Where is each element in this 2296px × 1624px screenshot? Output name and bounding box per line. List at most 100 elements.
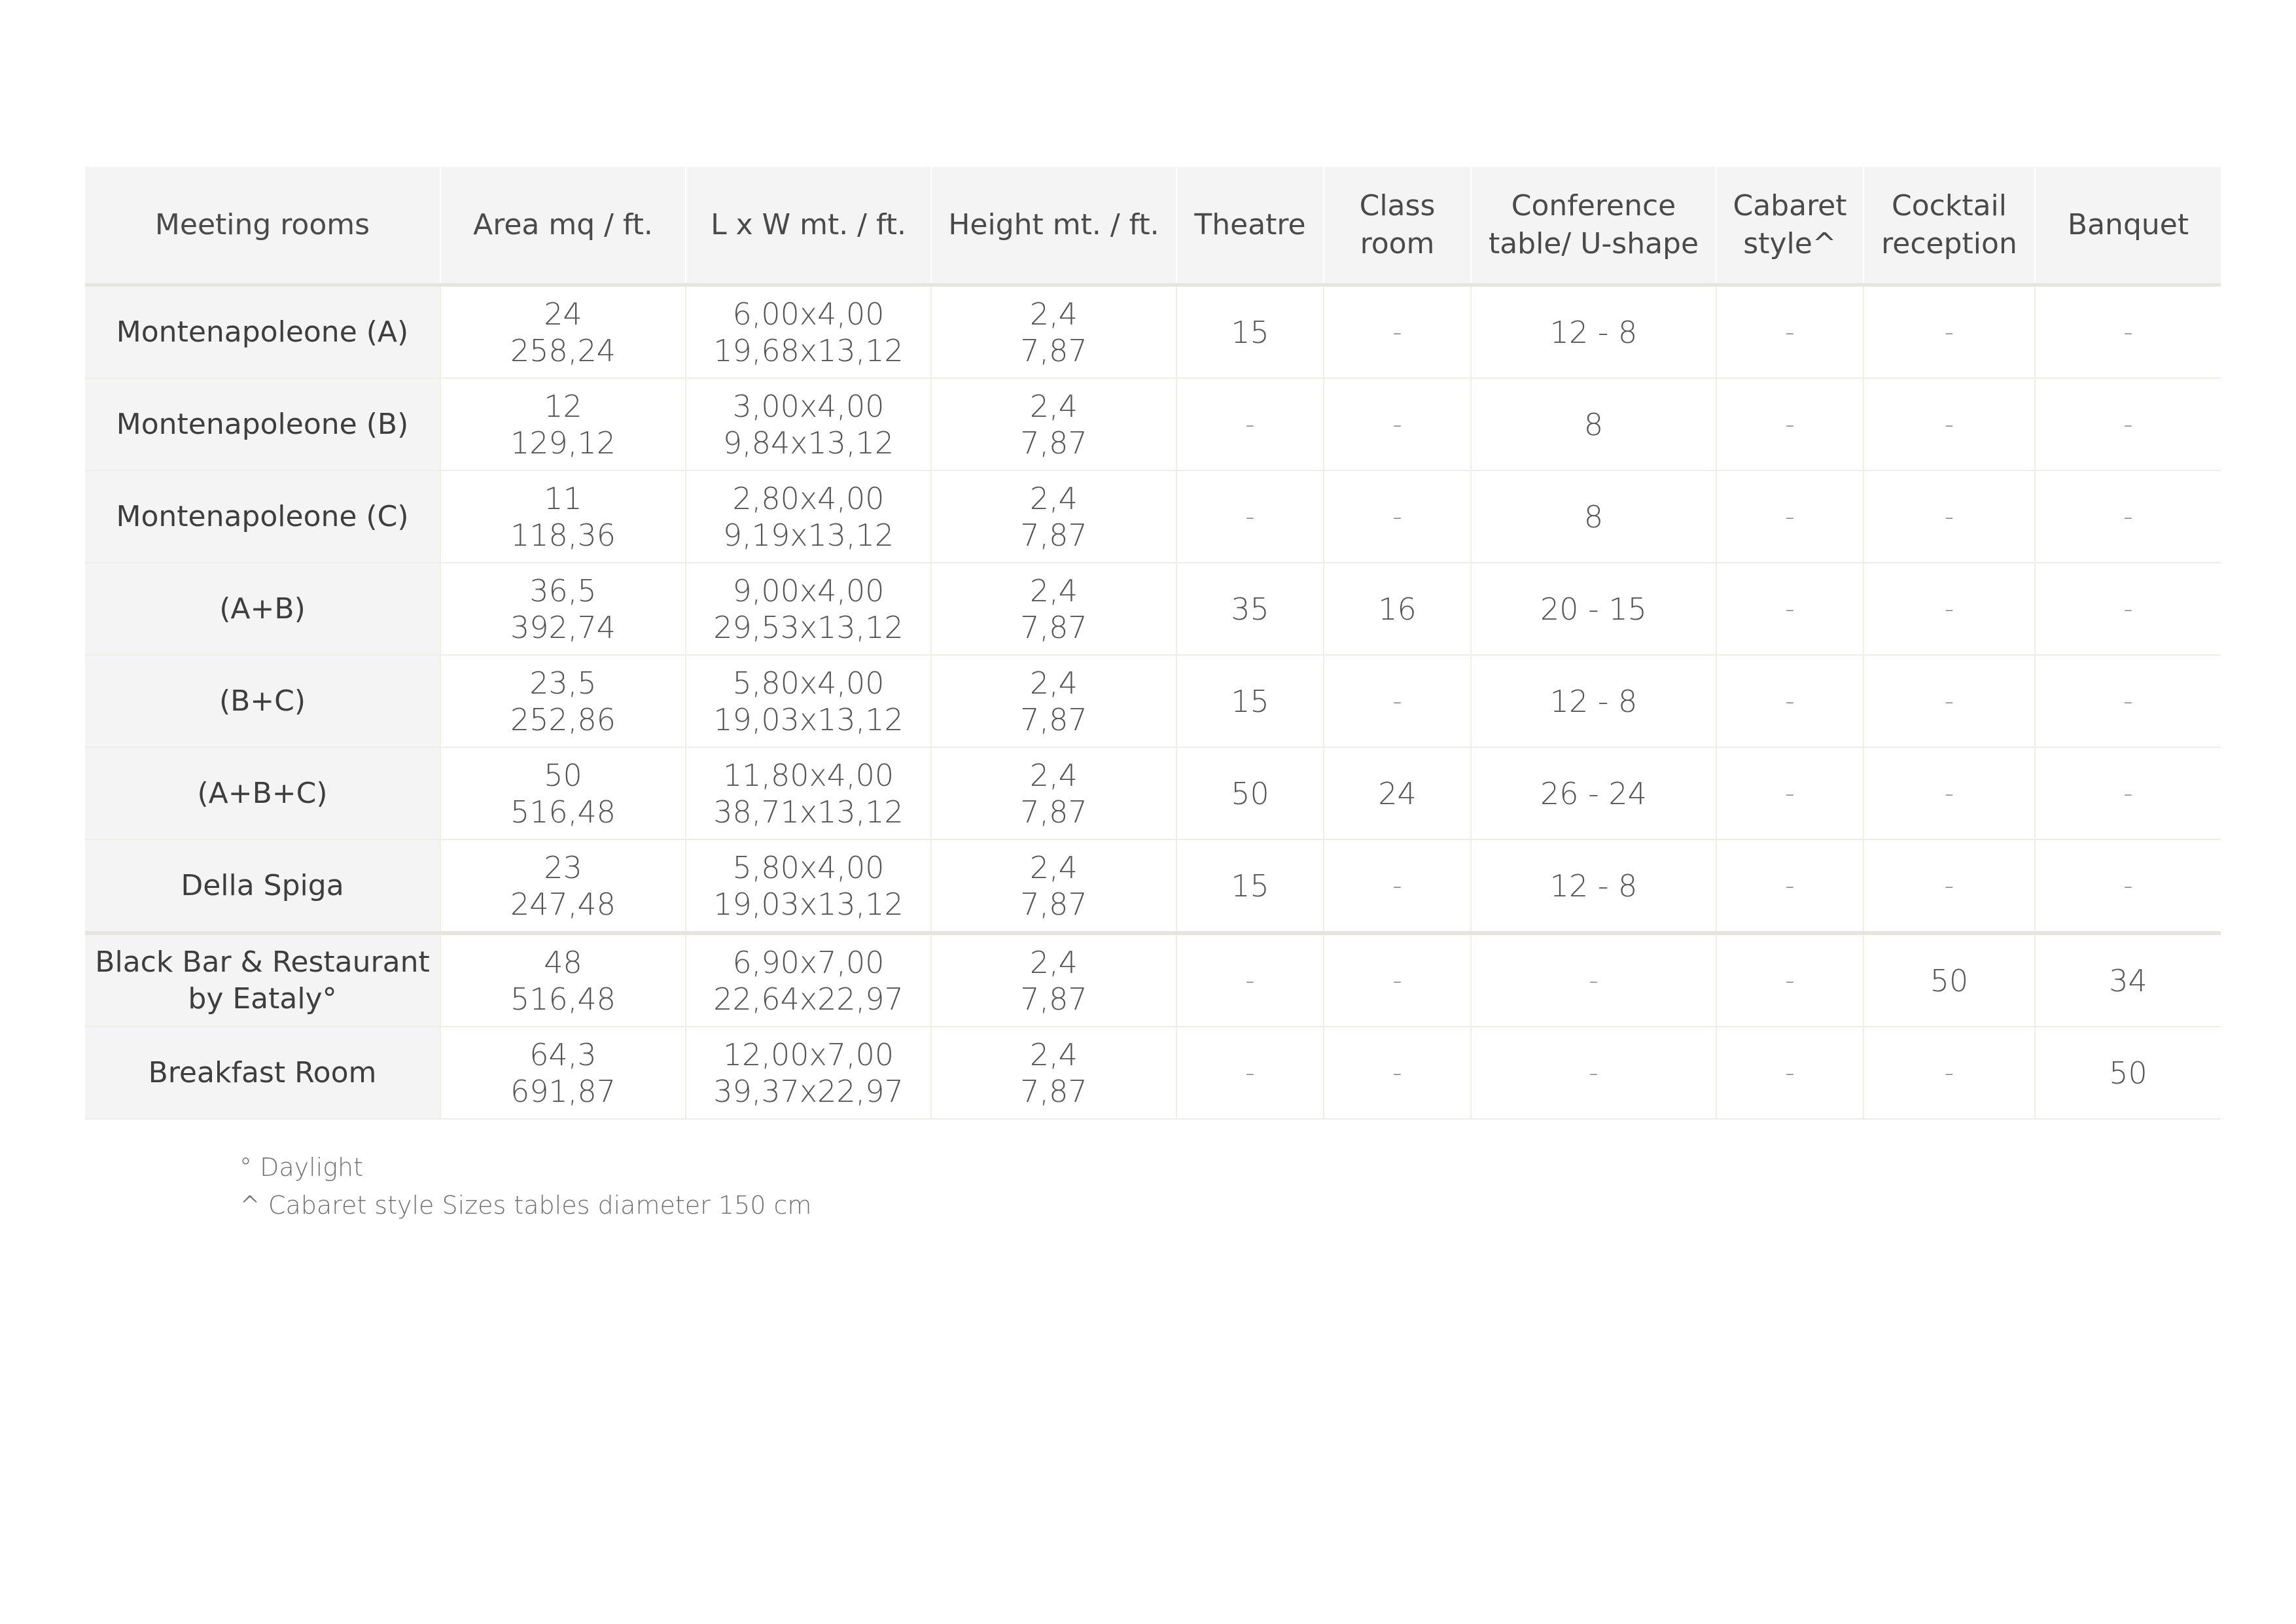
header-conference: Conference table/ U-shape <box>1470 167 1716 287</box>
height-cell: 2,4 7,87 <box>930 378 1176 471</box>
conference-cell: 20 - 15 <box>1470 563 1716 656</box>
cocktail-cell: - <box>1863 1027 2035 1120</box>
height-cell: 2,4 7,87 <box>930 470 1176 563</box>
cabaret-cell: - <box>1716 470 1863 563</box>
height-cell: 2,4 7,87 <box>930 285 1176 379</box>
page: Meeting rooms Area mq / ft. L x W mt. / … <box>0 0 2296 1624</box>
room-name-cell: Montenapoleone (B) <box>85 378 440 471</box>
room-name-cell: (A+B+C) <box>85 747 440 840</box>
table-row: Montenapoleone (C) 11 118,36 2,80x4,00 9,19x… <box>85 470 2221 563</box>
room-name-cell: Montenapoleone (A) <box>85 285 440 379</box>
cabaret-cell: - <box>1716 747 1863 840</box>
theatre-cell: - <box>1176 931 1324 1027</box>
banquet-cell: - <box>2034 378 2221 471</box>
classroom-cell: - <box>1323 839 1471 934</box>
area-cell: 50 516,48 <box>440 747 686 840</box>
classroom-cell: 24 <box>1323 747 1471 840</box>
classroom-cell: - <box>1323 378 1471 471</box>
classroom-cell: - <box>1323 1027 1471 1120</box>
classroom-cell: 16 <box>1323 563 1471 656</box>
room-name-cell: Della Spiga <box>85 839 440 934</box>
header-meeting-rooms: Meeting rooms <box>85 167 440 287</box>
lxw-cell: 12,00x7,00 39,37x22,97 <box>685 1027 931 1120</box>
area-cell: 36,5 392,74 <box>440 563 686 656</box>
banquet-cell: - <box>2034 747 2221 840</box>
header-cabaret: Cabaret style^ <box>1716 167 1863 287</box>
height-cell: 2,4 7,87 <box>930 931 1176 1027</box>
cocktail-cell: - <box>1863 470 2035 563</box>
lxw-cell: 5,80x4,00 19,03x13,12 <box>685 655 931 748</box>
area-cell: 12 129,12 <box>440 378 686 471</box>
area-cell: 64,3 691,87 <box>440 1027 686 1120</box>
conference-cell: - <box>1470 931 1716 1027</box>
table-row: Della Spiga 23 247,48 5,80x4,00 19,03x13,12 2… <box>85 839 2221 934</box>
classroom-cell: - <box>1323 285 1471 379</box>
theatre-cell: 50 <box>1176 747 1324 840</box>
theatre-cell: 15 <box>1176 285 1324 379</box>
table-row: Breakfast Room 64,3 691,87 12,00x7,00 39,37x… <box>85 1027 2221 1120</box>
room-name-cell: (B+C) <box>85 655 440 748</box>
lxw-cell: 5,80x4,00 19,03x13,12 <box>685 839 931 934</box>
banquet-cell: 34 <box>2034 931 2221 1027</box>
header-banquet: Banquet <box>2034 167 2221 287</box>
classroom-cell: - <box>1323 655 1471 748</box>
banquet-cell: - <box>2034 839 2221 934</box>
height-cell: 2,4 7,87 <box>930 563 1176 656</box>
header-classroom: Class room <box>1323 167 1471 287</box>
area-cell: 23 247,48 <box>440 839 686 934</box>
theatre-cell: 15 <box>1176 839 1324 934</box>
header-cocktail: Cocktail reception <box>1863 167 2035 287</box>
lxw-cell: 3,00x4,00 9,84x13,12 <box>685 378 931 471</box>
theatre-cell: - <box>1176 1027 1324 1120</box>
cabaret-cell: - <box>1716 839 1863 934</box>
room-name-cell: Breakfast Room <box>85 1027 440 1120</box>
table-header-row: Meeting rooms Area mq / ft. L x W mt. / … <box>85 167 2221 287</box>
cabaret-cell: - <box>1716 378 1863 471</box>
header-lxw: L x W mt. / ft. <box>685 167 931 287</box>
conference-cell: 12 - 8 <box>1470 839 1716 934</box>
cocktail-cell: - <box>1863 285 2035 379</box>
lxw-cell: 9,00x4,00 29,53x13,12 <box>685 563 931 656</box>
room-name-cell: Black Bar & Restaurant by Eataly° <box>85 931 440 1027</box>
conference-cell: 12 - 8 <box>1470 285 1716 379</box>
header-area: Area mq / ft. <box>440 167 686 287</box>
theatre-cell: - <box>1176 378 1324 471</box>
cocktail-cell: - <box>1863 747 2035 840</box>
conference-cell: 8 <box>1470 470 1716 563</box>
table-body: Montenapoleone (A) 24 258,24 6,00x4,00 19,68… <box>85 285 2221 1120</box>
table-row: (A+B) 36,5 392,74 9,00x4,00 29,53x13,12 2,4 7,… <box>85 563 2221 656</box>
table-row: (A+B+C) 50 516,48 11,80x4,00 38,71x13,12 2,4 7… <box>85 747 2221 840</box>
table-row: (B+C) 23,5 252,86 5,80x4,00 19,03x13,12 2,4 7,… <box>85 655 2221 748</box>
cocktail-cell: - <box>1863 378 2035 471</box>
conference-cell: 8 <box>1470 378 1716 471</box>
cabaret-cell: - <box>1716 655 1863 748</box>
theatre-cell: 15 <box>1176 655 1324 748</box>
footnote-cabaret: ^ Cabaret style Sizes tables diameter 15… <box>239 1191 812 1220</box>
footnote-daylight: ° Daylight <box>239 1153 364 1182</box>
banquet-cell: - <box>2034 655 2221 748</box>
banquet-cell: - <box>2034 563 2221 656</box>
area-cell: 48 516,48 <box>440 931 686 1027</box>
room-name-cell: Montenapoleone (C) <box>85 470 440 563</box>
banquet-cell: - <box>2034 470 2221 563</box>
cocktail-cell: - <box>1863 655 2035 748</box>
lxw-cell: 2,80x4,00 9,19x13,12 <box>685 470 931 563</box>
cabaret-cell: - <box>1716 1027 1863 1120</box>
header-theatre: Theatre <box>1176 167 1324 287</box>
lxw-cell: 6,00x4,00 19,68x13,12 <box>685 285 931 379</box>
meeting-rooms-table: Meeting rooms Area mq / ft. L x W mt. / … <box>85 167 2221 1120</box>
height-cell: 2,4 7,87 <box>930 839 1176 934</box>
cabaret-cell: - <box>1716 285 1863 379</box>
lxw-cell: 11,80x4,00 38,71x13,12 <box>685 747 931 840</box>
area-cell: 11 118,36 <box>440 470 686 563</box>
cocktail-cell: - <box>1863 563 2035 656</box>
height-cell: 2,4 7,87 <box>930 1027 1176 1120</box>
lxw-cell: 6,90x7,00 22,64x22,97 <box>685 931 931 1027</box>
height-cell: 2,4 7,87 <box>930 655 1176 748</box>
table-row: Black Bar & Restaurant by Eataly° 48 516,48… <box>85 931 2221 1027</box>
banquet-cell: - <box>2034 285 2221 379</box>
conference-cell: 26 - 24 <box>1470 747 1716 840</box>
cocktail-cell: - <box>1863 839 2035 934</box>
table-row: Montenapoleone (A) 24 258,24 6,00x4,00 19,68… <box>85 285 2221 379</box>
height-cell: 2,4 7,87 <box>930 747 1176 840</box>
